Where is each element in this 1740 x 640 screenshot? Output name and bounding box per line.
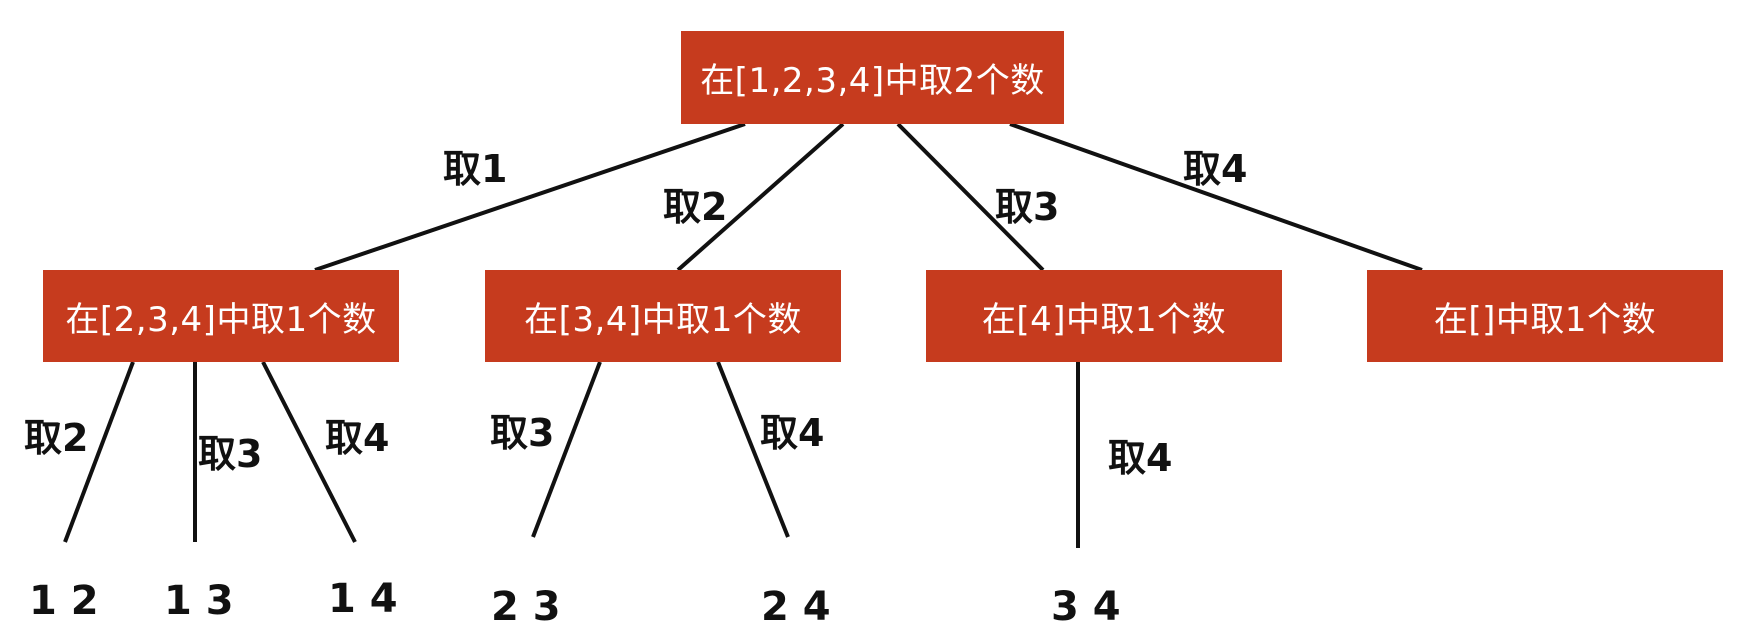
node-4: 在[]中取1个数 <box>1367 270 1723 362</box>
edge-label-n3-leaf-34: 取4 <box>1108 436 1173 480</box>
leaf-24: 2 4 <box>761 584 831 630</box>
edge-label-n2-leaf-23: 取3 <box>490 411 555 455</box>
edge-label-root-n3: 取3 <box>995 185 1060 229</box>
leaf-13: 1 3 <box>164 578 234 624</box>
edge-label-root-n4: 取4 <box>1183 147 1248 191</box>
edge-label-root-n2: 取2 <box>663 185 728 229</box>
node-1: 在[2,3,4]中取1个数 <box>43 270 399 362</box>
edge-label-n1-leaf-12: 取2 <box>24 416 89 460</box>
root-node: 在[1,2,3,4]中取2个数 <box>681 31 1064 124</box>
node-3: 在[4]中取1个数 <box>926 270 1282 362</box>
leaf-34: 3 4 <box>1051 584 1121 630</box>
node-2: 在[3,4]中取1个数 <box>485 270 841 362</box>
edge-label-root-n1: 取1 <box>443 147 508 191</box>
leaf-23: 2 3 <box>491 584 561 630</box>
edge-label-n1-leaf-14: 取4 <box>325 416 390 460</box>
leaf-12: 1 2 <box>29 578 99 624</box>
leaf-14: 1 4 <box>328 576 398 622</box>
edge-label-n1-leaf-13: 取3 <box>198 432 263 476</box>
edge-label-n2-leaf-24: 取4 <box>760 411 825 455</box>
